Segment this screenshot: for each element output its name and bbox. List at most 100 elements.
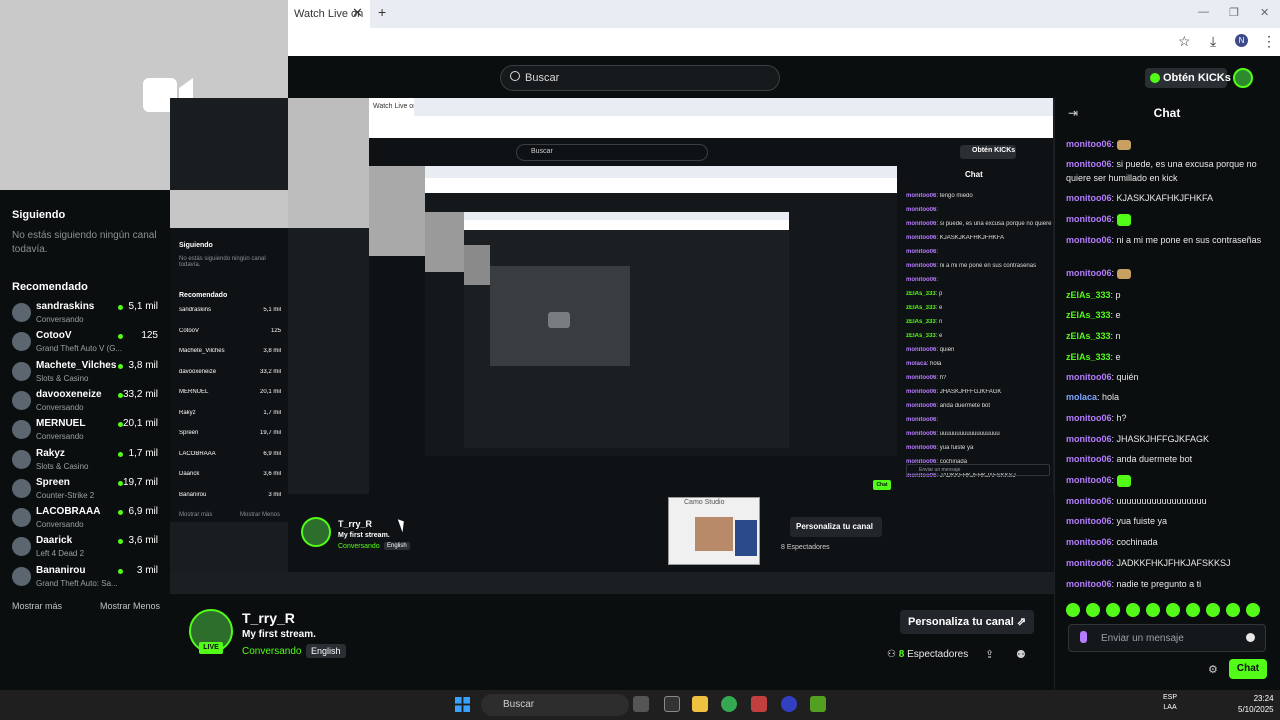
emote-icon[interactable]	[1226, 603, 1240, 617]
chat-username[interactable]: zElAs_333	[1066, 331, 1111, 341]
chat-message[interactable]: monitoo06:	[1066, 212, 1272, 226]
emote-icon[interactable]	[1126, 603, 1140, 617]
menu-kebab-icon[interactable]: ⋮	[1262, 33, 1276, 50]
task-view-icon[interactable]	[633, 696, 649, 712]
recommended-item[interactable]: Rakyz Slots & Casino 1,7 mil	[0, 446, 170, 475]
profile-avatar[interactable]: N	[1235, 34, 1248, 47]
chat-message[interactable]: monitoo06: uuuuuuuuuuuuuuuuuu	[1066, 494, 1272, 508]
chat-username[interactable]: molaca	[1066, 392, 1097, 402]
emote-icon[interactable]	[1066, 603, 1080, 617]
recommended-item[interactable]: sandraskins Conversando 5,1 mil	[0, 299, 170, 328]
language-tag[interactable]: English	[306, 644, 346, 658]
chat-message[interactable]: monitoo06: yua fuiste ya	[1066, 514, 1272, 528]
emote-icon[interactable]	[1146, 603, 1160, 617]
chat-message[interactable]: zElAs_333: e	[1066, 308, 1272, 322]
file-explorer-icon[interactable]	[692, 696, 708, 712]
emote-icon[interactable]	[1086, 603, 1100, 617]
chat-message[interactable]: monitoo06: KJASKJKAFHKJFHKFA	[1066, 191, 1272, 205]
chat-username[interactable]: monitoo06	[1066, 413, 1112, 423]
chat-message[interactable]: monitoo06: quién	[1066, 370, 1272, 384]
chat-message[interactable]: monitoo06: si puede, es una excusa porqu…	[1066, 157, 1272, 185]
chat-username[interactable]: monitoo06	[1066, 268, 1112, 278]
channel-avatar	[12, 537, 31, 557]
recommended-item[interactable]: Bananirou Grand Theft Auto: Sa... 3 mil	[0, 563, 170, 592]
system-clock[interactable]: 23:24 5/10/2025	[1238, 693, 1274, 715]
chat-username[interactable]: monitoo06	[1066, 579, 1112, 589]
chrome-icon[interactable]	[721, 696, 737, 712]
chat-username[interactable]: monitoo06	[1066, 434, 1112, 444]
chat-username[interactable]: monitoo06	[1066, 372, 1112, 382]
maximize-icon[interactable]: ❐	[1229, 6, 1239, 19]
chat-message[interactable]: zElAs_333: e	[1066, 350, 1272, 364]
mic-icon[interactable]	[1080, 631, 1087, 643]
chat-username[interactable]: monitoo06	[1066, 496, 1112, 506]
chat-message[interactable]: monitoo06: JHASKJHFFGJKFAGK	[1066, 432, 1272, 446]
recommended-item[interactable]: Daarick Left 4 Dead 2 3,6 mil	[0, 533, 170, 562]
new-tab-icon[interactable]: +	[378, 4, 386, 20]
chat-message[interactable]: zElAs_333: p	[1066, 288, 1272, 302]
personalize-channel-button[interactable]: Personaliza tu canal ⇗	[900, 610, 1034, 634]
chat-username[interactable]: monitoo06	[1066, 193, 1112, 203]
chat-message[interactable]: monitoo06: JADKKFHKJFHKJAFSKKSJ	[1066, 556, 1272, 570]
emoji-icon[interactable]	[1246, 633, 1255, 642]
chat-username[interactable]: monitoo06	[1066, 139, 1112, 149]
chat-message[interactable]: monitoo06: ni a mi me pone en sus contra…	[1066, 233, 1272, 247]
tab-close-icon[interactable]: ✕	[352, 5, 363, 21]
chat-username[interactable]: monitoo06	[1066, 537, 1112, 547]
category-link[interactable]: Conversando	[242, 646, 301, 657]
close-window-icon[interactable]: ✕	[1260, 6, 1269, 19]
emote-icon[interactable]	[1106, 603, 1120, 617]
emote-bar[interactable]	[1066, 603, 1272, 619]
chat-username[interactable]: zElAs_333	[1066, 310, 1111, 320]
language-indicator[interactable]: ESP LAA	[1163, 693, 1177, 713]
chat-username[interactable]: monitoo06	[1066, 558, 1112, 568]
recommended-item[interactable]: Spreen Counter-Strike 2 19,7 mil	[0, 475, 170, 504]
user-options-icon[interactable]: ⚉	[1016, 648, 1026, 661]
chat-username[interactable]: monitoo06	[1066, 454, 1112, 464]
chat-message[interactable]: monitoo06: h?	[1066, 411, 1272, 425]
app-icon[interactable]	[781, 696, 797, 712]
chat-username[interactable]: monitoo06	[1066, 516, 1112, 526]
minimize-icon[interactable]: —	[1198, 6, 1209, 18]
user-avatar[interactable]	[1233, 68, 1253, 88]
chat-username[interactable]: monitoo06	[1066, 235, 1112, 245]
chat-message[interactable]: zElAs_333: n	[1066, 329, 1272, 343]
chat-message[interactable]: molaca: hola	[1066, 390, 1272, 404]
app-icon[interactable]	[810, 696, 826, 712]
recommended-item[interactable]: MERNUEL Conversando 20,1 mil	[0, 416, 170, 445]
taskbar-search[interactable]: Buscar	[481, 694, 629, 716]
recommended-item[interactable]: davooxeneize Conversando 33,2 mil	[0, 387, 170, 416]
windows-start-icon[interactable]	[455, 697, 470, 712]
recommended-item[interactable]: LACOBRAAA Conversando 6,9 mil	[0, 504, 170, 533]
emote-icon[interactable]	[1246, 603, 1260, 617]
app-icon[interactable]	[751, 696, 767, 712]
chat-username[interactable]: monitoo06	[1066, 159, 1112, 169]
search-input[interactable]: Buscar	[500, 65, 780, 91]
chat-username[interactable]: zElAs_333	[1066, 352, 1111, 362]
show-less-link[interactable]: Mostrar Menos	[100, 601, 160, 611]
show-more-link[interactable]: Mostrar más	[12, 601, 62, 611]
gear-icon[interactable]: ⚙	[1208, 663, 1218, 676]
chat-message[interactable]: monitoo06: anda duermete bot	[1066, 452, 1272, 466]
chat-message[interactable]: monitoo06:	[1066, 137, 1272, 151]
chat-username[interactable]: zElAs_333	[1066, 290, 1111, 300]
chat-username[interactable]: monitoo06	[1066, 475, 1112, 485]
chat-text: ni a mi me pone en sus contraseñas	[1116, 235, 1262, 245]
emote-icon[interactable]	[1166, 603, 1180, 617]
emote-icon[interactable]	[1186, 603, 1200, 617]
chat-message[interactable]: monitoo06:	[1066, 266, 1272, 280]
streamer-name[interactable]: T_rry_R	[242, 610, 295, 626]
download-icon[interactable]: ⤓	[1210, 33, 1216, 50]
bookmark-star-icon[interactable]: ☆	[1178, 33, 1191, 50]
chat-message[interactable]: monitoo06: cochinada	[1066, 535, 1272, 549]
chat-username[interactable]: monitoo06	[1066, 214, 1112, 224]
chat-message[interactable]: monitoo06:	[1066, 473, 1272, 487]
chat-message[interactable]: monitoo06: nadie te pregunto a ti	[1066, 577, 1272, 591]
chat-input[interactable]: Enviar un mensaje	[1068, 624, 1266, 652]
send-chat-button[interactable]: Chat	[1229, 659, 1267, 679]
obs-icon[interactable]	[664, 696, 680, 712]
share-icon[interactable]: ⇪	[985, 648, 994, 661]
emote-icon[interactable]	[1206, 603, 1220, 617]
recommended-item[interactable]: Machete_Vilches Slots & Casino 3,8 mil	[0, 358, 170, 387]
recommended-item[interactable]: CotooV Grand Theft Auto V (G... 125	[0, 328, 170, 357]
